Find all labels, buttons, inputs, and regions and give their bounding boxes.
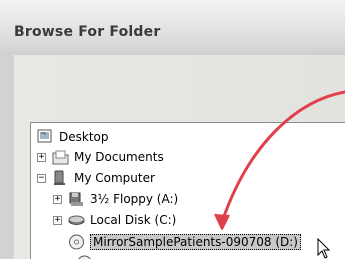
floppy-drive-icon — [68, 191, 85, 207]
expand-icon[interactable]: + — [37, 152, 46, 162]
desktop-icon — [37, 129, 54, 145]
tree-item-floppy[interactable]: + 3½ Floppy (A:) — [53, 189, 178, 209]
partial-tree-item-icon — [76, 254, 93, 259]
tree-item-label: My Documents — [74, 150, 164, 164]
browse-for-folder-dialog: Browse For Folder Desktop + My Documents… — [0, 0, 345, 259]
tree-item-my-documents[interactable]: + My Documents — [37, 147, 164, 167]
documents-folder-icon — [52, 149, 69, 165]
folder-tree[interactable]: Desktop + My Documents − My Computer + 3… — [30, 122, 345, 259]
expand-icon[interactable]: + — [53, 215, 62, 225]
tree-item-label: My Computer — [74, 171, 155, 185]
tree-item-cd-drive[interactable]: MirrorSamplePatients-090708 (D:) — [53, 232, 301, 252]
tree-item-label: MirrorSamplePatients-090708 (D:) — [90, 234, 301, 250]
tree-item-desktop[interactable]: Desktop — [37, 127, 109, 147]
tree-item-label: Local Disk (C:) — [90, 213, 177, 227]
tree-item-my-computer[interactable]: − My Computer — [37, 168, 155, 188]
title-bar[interactable]: Browse For Folder — [0, 0, 345, 56]
hard-disk-icon — [68, 212, 85, 228]
collapse-icon[interactable]: − — [37, 173, 46, 183]
computer-icon — [52, 170, 69, 186]
tree-item-label: Desktop — [59, 130, 109, 144]
window-frame — [0, 55, 14, 259]
tree-item-label: 3½ Floppy (A:) — [90, 192, 179, 206]
expand-icon[interactable]: + — [53, 194, 62, 204]
mouse-cursor-icon — [317, 238, 331, 259]
cd-drive-icon — [68, 234, 85, 250]
tree-item-local-disk[interactable]: + Local Disk (C:) — [53, 210, 176, 230]
dialog-title: Browse For Folder — [14, 24, 161, 40]
